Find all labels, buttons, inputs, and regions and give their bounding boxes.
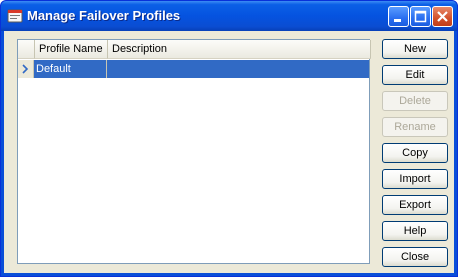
close-window-button[interactable] (432, 6, 453, 27)
copy-button[interactable]: Copy (382, 143, 448, 163)
maximize-button[interactable] (410, 6, 431, 27)
minimize-icon (394, 19, 401, 22)
close-button[interactable]: Close (382, 247, 448, 267)
close-icon (437, 11, 448, 22)
delete-button[interactable]: Delete (382, 91, 448, 111)
grid-corner-header (18, 40, 35, 59)
column-header-description[interactable]: Description (108, 40, 371, 59)
new-button[interactable]: New (382, 39, 448, 59)
app-window-icon (7, 9, 23, 23)
row-header[interactable] (18, 60, 34, 78)
edit-button[interactable]: Edit (382, 65, 448, 85)
table-row[interactable]: Default (18, 60, 369, 78)
dialog-client-area: Profile Name Description Default New Edi… (4, 31, 454, 273)
window-title: Manage Failover Profiles (27, 8, 181, 23)
maximize-icon (414, 10, 427, 23)
profiles-grid[interactable]: Profile Name Description Default (17, 39, 371, 264)
help-button[interactable]: Help (382, 221, 448, 241)
minimize-button[interactable] (388, 6, 409, 27)
description-cell[interactable] (107, 60, 369, 78)
export-button[interactable]: Export (382, 195, 448, 215)
title-bar[interactable]: Manage Failover Profiles (1, 1, 457, 31)
column-header-profile-name[interactable]: Profile Name (35, 40, 108, 59)
dialog-window: Manage Failover Profiles Profile Name De… (0, 0, 458, 277)
row-pointer-icon (22, 64, 29, 74)
rename-button[interactable]: Rename (382, 117, 448, 137)
profile-name-cell[interactable]: Default (34, 60, 107, 78)
import-button[interactable]: Import (382, 169, 448, 189)
